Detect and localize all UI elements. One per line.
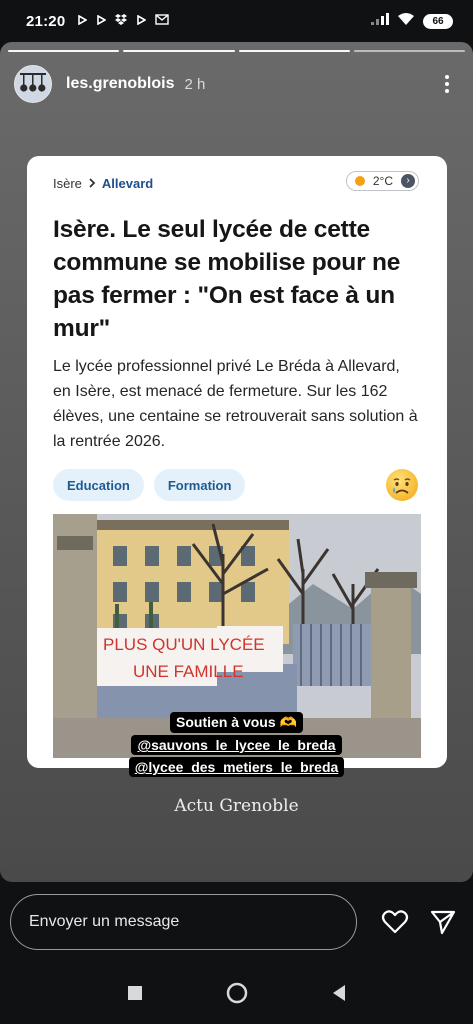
article-tags: Education Formation bbox=[53, 468, 421, 502]
tag-formation[interactable]: Formation bbox=[153, 469, 246, 501]
progress-segment bbox=[238, 50, 350, 52]
banner-line-1: PLUS QU'UN LYCÉE bbox=[103, 635, 265, 654]
play-icon bbox=[96, 12, 107, 30]
play-icon bbox=[77, 12, 88, 30]
home-icon[interactable] bbox=[226, 982, 248, 1004]
profile-picture-icon bbox=[16, 67, 50, 101]
sun-icon bbox=[354, 176, 365, 186]
article-lede: Le lycée professionnel privé Le Bréda à … bbox=[53, 358, 418, 450]
notification-icons bbox=[77, 12, 170, 30]
weather-temp: 2°C bbox=[372, 174, 393, 188]
article-headline[interactable]: Isère. Le seul lycée de cette commune se… bbox=[53, 213, 421, 345]
reply-bar bbox=[0, 882, 473, 962]
heart-icon[interactable] bbox=[381, 908, 409, 936]
breadcrumb-region[interactable]: Isère bbox=[53, 176, 82, 191]
status-right: 66 bbox=[371, 12, 453, 31]
article-card[interactable]: Isère Allevard 2°C › Isère. Le seul lycé… bbox=[27, 156, 447, 768]
sad-face-emoji-icon[interactable] bbox=[385, 468, 419, 502]
play-icon bbox=[136, 12, 147, 30]
story-time-ago: 2 h bbox=[184, 75, 206, 93]
story-header: les.grenoblois 2 h bbox=[14, 62, 459, 106]
mention-sticker-sauvons[interactable]: @sauvons_le_lycee_le_breda bbox=[131, 735, 342, 755]
progress-segment bbox=[123, 50, 235, 52]
status-bar: 21:20 66 bbox=[0, 0, 473, 42]
story-stickers: Soutien à vous 🫶 @sauvons_le_lycee_le_br… bbox=[0, 712, 473, 777]
story-username[interactable]: les.grenoblois bbox=[66, 75, 174, 93]
more-options-icon[interactable] bbox=[435, 72, 459, 96]
message-input[interactable] bbox=[10, 894, 357, 950]
story-progress bbox=[8, 50, 465, 52]
recents-icon[interactable] bbox=[124, 982, 146, 1004]
story-caption: Actu Grenoble bbox=[174, 796, 299, 816]
send-icon[interactable] bbox=[429, 908, 457, 936]
support-sticker: Soutien à vous 🫶 bbox=[170, 712, 303, 733]
status-time: 21:20 bbox=[26, 12, 66, 30]
dropbox-icon bbox=[115, 12, 128, 30]
progress-segment bbox=[353, 50, 465, 52]
weather-badge[interactable]: 2°C › bbox=[345, 171, 419, 191]
signal-icon bbox=[371, 12, 389, 30]
avatar[interactable] bbox=[14, 65, 52, 103]
progress-segment bbox=[8, 50, 120, 52]
mail-icon bbox=[155, 12, 170, 30]
wifi-icon bbox=[397, 12, 415, 31]
chevron-right-icon bbox=[88, 177, 96, 191]
story-viewer[interactable]: les.grenoblois 2 h Isère Allevard 2°C › … bbox=[0, 42, 473, 882]
battery-indicator: 66 bbox=[423, 13, 453, 29]
system-nav-bar bbox=[0, 962, 473, 1024]
tag-education[interactable]: Education bbox=[53, 469, 144, 501]
mention-sticker-lycee[interactable]: @lycee_des_metiers_le_breda bbox=[128, 757, 345, 777]
banner-line-2: UNE FAMILLE bbox=[133, 662, 244, 681]
back-icon[interactable] bbox=[328, 982, 350, 1004]
chevron-right-icon: › bbox=[401, 174, 415, 188]
breadcrumb-city[interactable]: Allevard bbox=[102, 176, 153, 191]
